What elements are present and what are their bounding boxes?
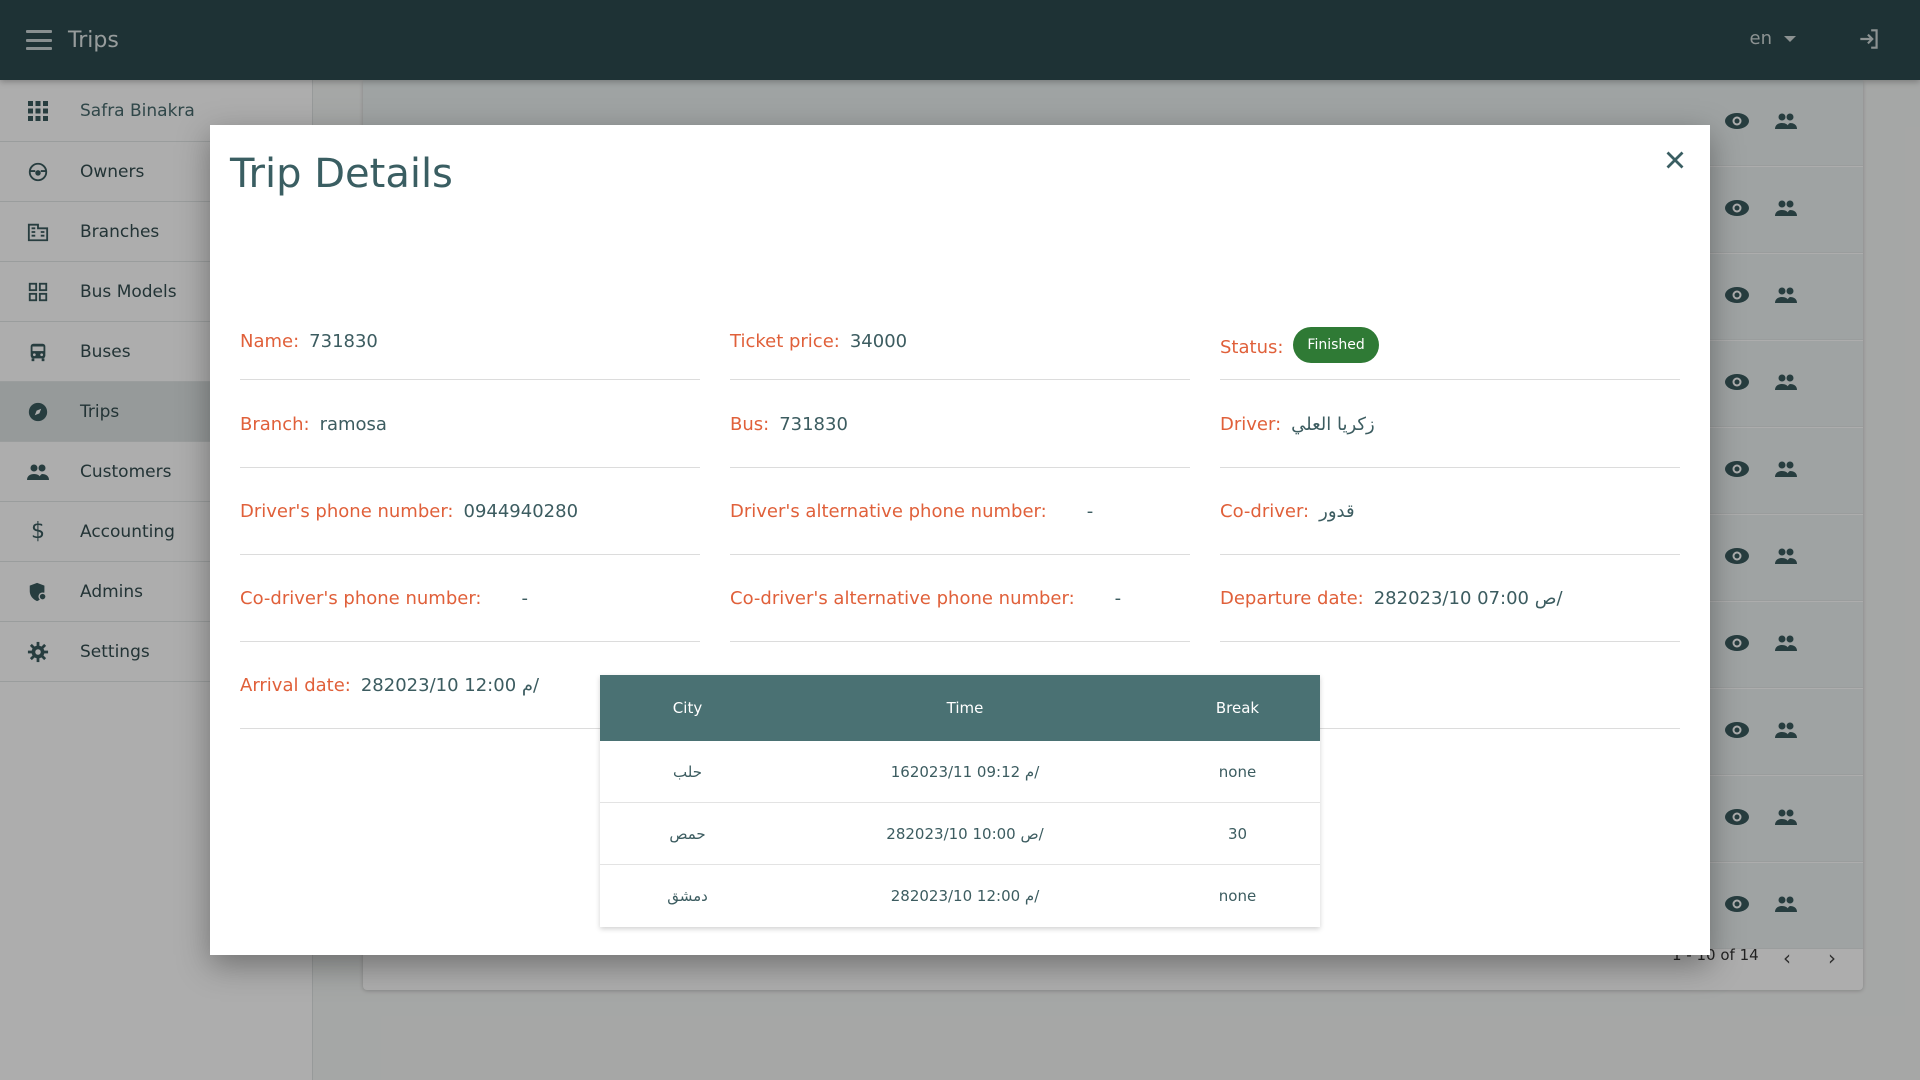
field-label: Driver: <box>1220 413 1282 435</box>
field-value: 0944940280 <box>463 500 579 522</box>
field-co-driver-phone: Co-driver's phone number: - <box>240 555 700 642</box>
field-departure-date: Departure date: 28ص 07:00 2023/10/ <box>1220 555 1680 642</box>
field-label: Name: <box>240 331 300 352</box>
field-label: Co-driver's phone number: <box>240 587 482 609</box>
field-value: - <box>1114 587 1122 609</box>
field-label: Co-driver's alternative phone number: <box>730 587 1075 609</box>
column-header-city: City <box>672 699 703 717</box>
field-label: Branch: <box>240 413 310 435</box>
field-value: ramosa <box>319 413 387 435</box>
field-value: 34000 <box>849 331 908 352</box>
field-label: Departure date: <box>1220 587 1364 609</box>
stop-city: حمص <box>669 824 706 843</box>
field-value: 28م 12:00 2023/10/ <box>360 674 540 696</box>
stops-table: City Time Break حلب 16م 09:12 2023/11/ n… <box>600 675 1320 927</box>
field-driver-alt-phone: Driver's alternative phone number: - <box>730 468 1190 555</box>
field-value: - <box>1086 500 1094 522</box>
field-co-driver-alt-phone: Co-driver's alternative phone number: - <box>730 555 1190 642</box>
field-label: Co-driver: <box>1220 500 1310 522</box>
table-row: حمص 28ص 10:00 2023/10/ 30 <box>600 803 1320 865</box>
close-icon[interactable] <box>1660 145 1690 175</box>
field-co-driver: Co-driver: قدور <box>1220 468 1680 555</box>
field-label: Arrival date: <box>240 674 351 696</box>
column-header-time: Time <box>946 699 984 717</box>
stop-time: 28م 12:00 2023/10/ <box>890 887 1040 905</box>
stop-break: none <box>1218 887 1257 905</box>
stop-city: دمشق <box>667 887 708 905</box>
field-driver: Driver: زكريا العلي <box>1220 381 1680 468</box>
field-bus: Bus: 731830 <box>730 381 1190 468</box>
stop-break: 30 <box>1227 824 1248 843</box>
field-label: Ticket price: <box>730 331 840 352</box>
field-branch: Branch: ramosa <box>240 381 700 468</box>
column-header-break: Break <box>1215 699 1260 717</box>
table-row: حلب 16م 09:12 2023/11/ none <box>600 741 1320 803</box>
stop-time: 16م 09:12 2023/11/ <box>890 762 1040 781</box>
dialog-title: Trip Details <box>230 151 453 197</box>
field-value: زكريا العلي <box>1291 413 1375 435</box>
trip-details-dialog: Trip Details Name: 731830 Ticket price: … <box>210 125 1710 955</box>
field-name: Name: 731830 <box>240 293 700 380</box>
field-label: Driver's alternative phone number: <box>730 500 1047 522</box>
field-label: Status: <box>1220 337 1284 358</box>
field-ticket-price: Ticket price: 34000 <box>730 293 1190 380</box>
field-label: Driver's phone number: <box>240 500 454 522</box>
field-value: 731830 <box>779 413 848 435</box>
field-driver-phone: Driver's phone number: 0944940280 <box>240 468 700 555</box>
field-value: 28ص 07:00 2023/10/ <box>1373 587 1563 609</box>
table-row: دمشق 28م 12:00 2023/10/ none <box>600 865 1320 927</box>
field-status: Status: Finished <box>1220 293 1680 380</box>
stops-table-header: City Time Break <box>600 675 1320 741</box>
field-value: قدور <box>1319 500 1355 522</box>
field-label: Bus: <box>730 413 770 435</box>
stop-break: none <box>1218 762 1257 781</box>
status-badge: Finished <box>1293 327 1379 363</box>
field-value: 731830 <box>309 331 378 352</box>
field-value: - <box>521 587 528 609</box>
stop-city: حلب <box>673 762 702 781</box>
stop-time: 28ص 10:00 2023/10/ <box>886 824 1044 843</box>
